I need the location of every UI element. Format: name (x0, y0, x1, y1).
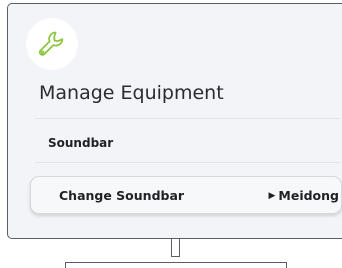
section-heading-soundbar: Soundbar (48, 136, 114, 150)
tv-screen: Manage Equipment Soundbar Change Soundba… (7, 3, 342, 239)
change-soundbar-button[interactable]: Change Soundbar ▶ Meidong (30, 176, 342, 214)
tv-stand-neck (171, 239, 180, 257)
play-arrow-icon: ▶ (268, 190, 276, 201)
soundbar-value-text: Meidong (278, 188, 339, 203)
wrench-icon (38, 31, 64, 56)
header-icon-badge (26, 18, 78, 70)
page-title: Manage Equipment (39, 82, 224, 104)
divider (35, 162, 340, 163)
current-soundbar-value: ▶ Meidong (268, 188, 339, 203)
divider (35, 118, 340, 119)
tv-stand-base (65, 262, 287, 268)
change-soundbar-label: Change Soundbar (59, 188, 185, 203)
tv-display: Manage Equipment Soundbar Change Soundba… (0, 0, 342, 268)
